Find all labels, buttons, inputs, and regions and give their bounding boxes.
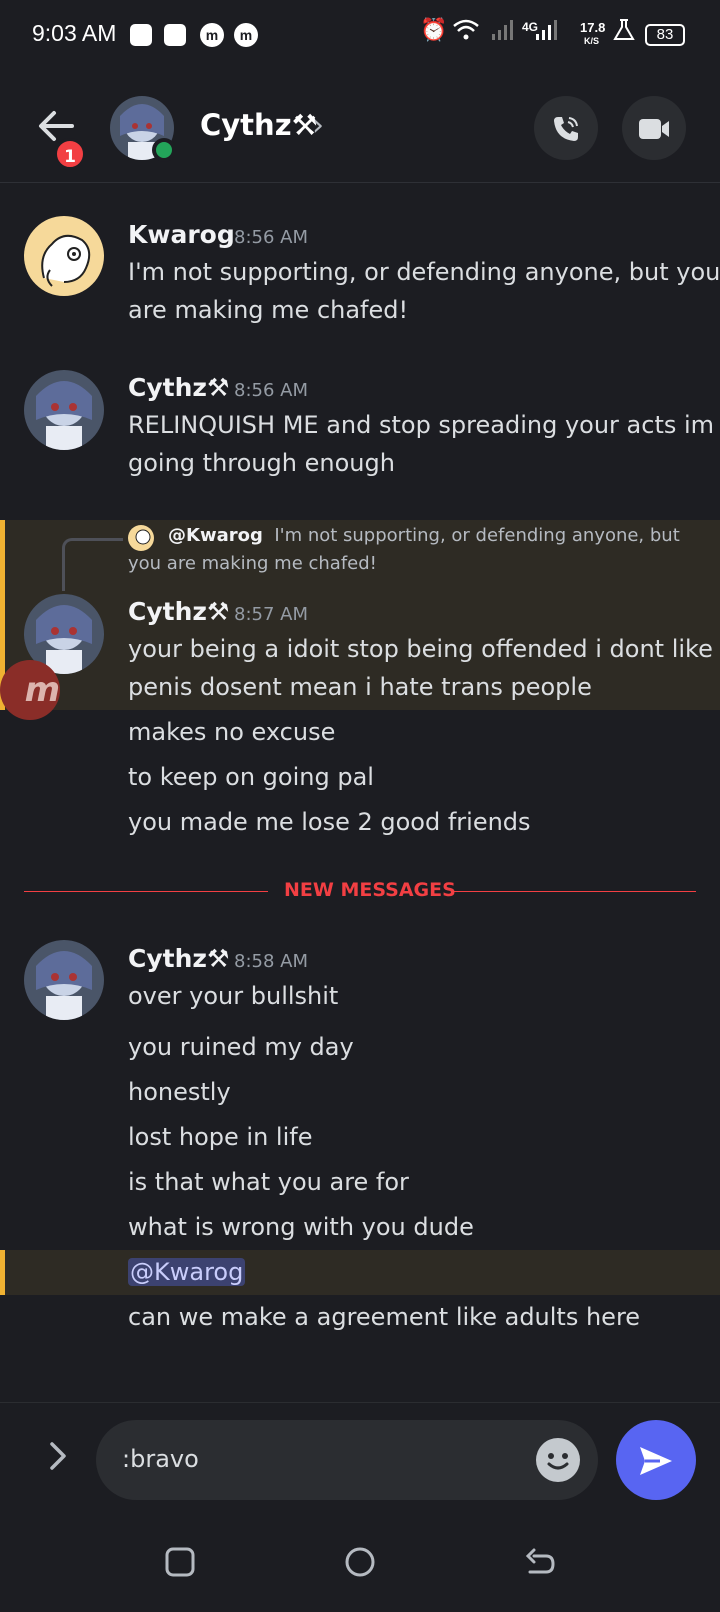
message-text: can we make a agreement like adults here [128, 1303, 641, 1331]
flask-icon [612, 18, 636, 48]
wifi-icon [452, 18, 480, 48]
message-text: RELINQUISH ME and stop spreading your ac… [128, 411, 715, 439]
emoji-smile-icon[interactable] [536, 1438, 580, 1482]
send-button[interactable] [616, 1420, 696, 1500]
phone-icon [550, 110, 582, 145]
message-text: lost hope in life [128, 1123, 313, 1151]
unread-badge: 1 [54, 138, 86, 170]
avatar[interactable] [24, 370, 104, 450]
mention-highlight-bar [0, 1250, 5, 1295]
reply-connector [62, 538, 123, 591]
message-text: honestly [128, 1078, 231, 1106]
message-text: are making me chafed! [128, 296, 409, 324]
message-text: is that what you are for [128, 1168, 409, 1196]
message-author[interactable]: Cythz⚒ [128, 597, 229, 626]
divider [452, 891, 696, 892]
recent-apps-icon[interactable] [164, 1546, 196, 1587]
message-text: your being a idoit stop being offended i… [128, 635, 713, 663]
network-speed: 17.8 [580, 20, 606, 35]
video-call-button[interactable] [622, 96, 686, 160]
floating-app-bubble[interactable]: m [0, 660, 60, 720]
notification-square-icon [130, 24, 152, 46]
message-text: makes no excuse [128, 718, 336, 746]
network-speed-unit: K/S [584, 36, 600, 46]
chevron-right-icon[interactable] [46, 1438, 70, 1483]
message-text: you made me lose 2 good friends [128, 808, 531, 836]
message-text: penis dosent mean i hate trans people [128, 673, 592, 701]
send-arrow-icon [636, 1439, 676, 1480]
user-mention[interactable]: @Kwarog [128, 1258, 246, 1286]
online-status-indicator [152, 138, 176, 162]
notification-app-m-icon: m [234, 23, 258, 47]
chevron-right-icon[interactable]: › [312, 108, 324, 143]
message-timestamp: 8:58 AM [234, 951, 308, 972]
voice-call-button[interactable] [534, 96, 598, 160]
message-text: over your bullshit [128, 982, 339, 1010]
notification-app-m-icon: m [200, 23, 224, 47]
message-timestamp: 8:56 AM [234, 380, 308, 401]
message-text: to keep on going pal [128, 763, 374, 791]
message-timestamp: 8:57 AM [234, 604, 308, 625]
message-timestamp: 8:56 AM [234, 227, 308, 248]
back-icon[interactable] [524, 1546, 556, 1587]
message-author[interactable]: Cythz⚒ [128, 944, 229, 973]
signal-4g-icon [534, 18, 558, 48]
message-author[interactable]: Cythz⚒ [128, 373, 229, 402]
signal-icon [490, 18, 514, 48]
status-time: 9:03 AM [32, 20, 117, 46]
highlighted-message [0, 1250, 720, 1295]
message-text: what is wrong with you dude [128, 1213, 474, 1241]
new-messages-label: NEW MESSAGES [284, 879, 456, 901]
battery-indicator: 83 [645, 24, 685, 46]
video-camera-icon [637, 110, 671, 145]
reply-preview[interactable]: @Kwarog I'm not supporting, or defending… [128, 522, 688, 578]
status-bar: 9:03 AM m m ⏰ 4G 17.8 K/S 83 [0, 0, 720, 72]
channel-header [0, 72, 720, 183]
message-text: going through enough [128, 449, 395, 477]
page-title[interactable]: Cythz⚒ [200, 108, 318, 142]
avatar[interactable] [24, 216, 104, 296]
message-input-value[interactable]: :bravo [122, 1445, 199, 1473]
avatar[interactable] [24, 940, 104, 1020]
divider [24, 891, 268, 892]
composer-divider [0, 1402, 720, 1403]
message-author[interactable]: Kwarog [128, 220, 235, 249]
home-icon[interactable] [344, 1546, 376, 1587]
message-text: you ruined my day [128, 1033, 354, 1061]
notification-square-icon [164, 24, 186, 46]
message-text: I'm not supporting, or defending anyone,… [128, 258, 720, 286]
reply-author: @Kwarog [168, 525, 263, 546]
alarm-icon: ⏰ [420, 18, 448, 43]
